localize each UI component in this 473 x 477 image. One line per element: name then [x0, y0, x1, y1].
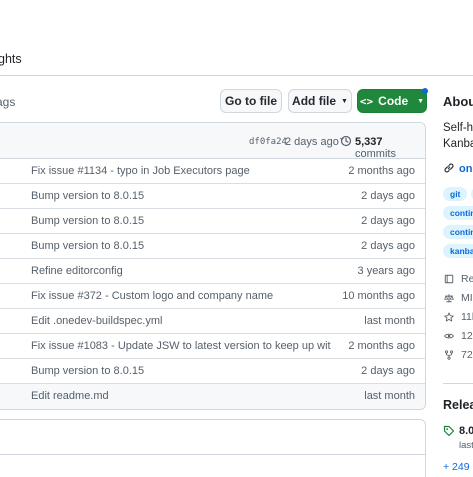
readme-header: [0, 420, 425, 455]
commit-message-link[interactable]: Bump version to 8.0.15: [31, 190, 144, 202]
readme-link[interactable]: Rea: [461, 273, 473, 285]
commit-count: 5,337: [355, 136, 383, 148]
commit-message-link[interactable]: Fix issue #372 - Custom logo and company…: [31, 290, 273, 302]
commit-age: 2 days ago: [361, 190, 415, 202]
file-row[interactable]: Fix issue #372 - Custom logo and company…: [0, 284, 425, 309]
commit-age: 2 days ago: [285, 136, 339, 148]
about-description-line1: Self-ho: [443, 122, 473, 134]
repo-nav: ghts: [0, 0, 473, 76]
file-row[interactable]: Bump version to 8.0.15 2 days ago: [0, 184, 425, 209]
commit-message-link[interactable]: Bump version to 8.0.15: [31, 365, 144, 377]
commit-sha[interactable]: df0fa24: [249, 137, 287, 147]
go-to-file-button[interactable]: Go to file: [220, 89, 282, 113]
topic-tag[interactable]: git: [443, 187, 468, 201]
commit-age: 10 months ago: [342, 290, 415, 302]
file-row[interactable]: Bump version to 8.0.15 2 days ago: [0, 234, 425, 259]
file-list: df0fa24 2 days ago 5,337 commits Fix iss…: [0, 122, 426, 410]
commit-age: 3 years ago: [357, 265, 415, 277]
readme-panel: [0, 419, 426, 477]
code-button[interactable]: <> Code ▼: [357, 89, 427, 113]
file-row[interactable]: Fix issue #1083 - Update JSW to latest v…: [0, 334, 425, 359]
file-row[interactable]: Edit .onedev-buildspec.yml last month: [0, 309, 425, 334]
watchers-count[interactable]: 129: [461, 330, 473, 342]
forks-count[interactable]: 727: [461, 349, 473, 361]
add-file-button[interactable]: Add file ▼: [288, 89, 352, 113]
file-row[interactable]: Refine editorconfig 3 years ago: [0, 259, 425, 284]
commit-message-link[interactable]: Bump version to 8.0.15: [31, 215, 144, 227]
latest-release-name[interactable]: 8.0.: [459, 425, 473, 437]
stars-count[interactable]: 11k: [461, 311, 473, 323]
license-link[interactable]: MI: [461, 292, 473, 304]
go-to-file-label: Go to file: [225, 94, 277, 108]
law-icon: [444, 294, 454, 303]
commit-message-link[interactable]: Fix issue #1083 - Update JSW to latest v…: [31, 340, 331, 352]
history-icon: [340, 135, 352, 147]
file-row[interactable]: Edit readme.md last month: [0, 384, 425, 409]
commit-message-link[interactable]: Edit .onedev-buildspec.yml: [31, 315, 162, 327]
tags-link[interactable]: ags: [0, 95, 15, 109]
star-icon: [444, 312, 454, 322]
about-description-line2: Kanba: [443, 138, 473, 150]
topic-tag[interactable]: contin: [443, 206, 473, 220]
book-icon: [444, 274, 454, 284]
commit-age: 2 months ago: [348, 165, 415, 177]
file-row[interactable]: Bump version to 8.0.15 2 days ago: [0, 209, 425, 234]
divider: [443, 383, 473, 384]
file-row[interactable]: Bump version to 8.0.15 2 days ago: [0, 359, 425, 384]
add-file-label: Add file: [292, 94, 337, 108]
commit-age: 2 months ago: [348, 340, 415, 352]
link-icon: [444, 163, 454, 173]
topic-tag[interactable]: contin: [443, 225, 473, 239]
about-heading: About: [443, 94, 473, 109]
notification-dot: [422, 88, 428, 94]
tab-insights[interactable]: ghts: [0, 52, 22, 66]
commit-age: 2 days ago: [361, 215, 415, 227]
commit-age: 2 days ago: [361, 365, 415, 377]
eye-icon: [444, 333, 454, 339]
commit-message-link[interactable]: Fix issue #1134 - typo in Job Executors …: [31, 165, 250, 177]
commit-message-link[interactable]: Bump version to 8.0.15: [31, 240, 144, 252]
fork-icon: [444, 350, 454, 360]
file-row[interactable]: Fix issue #1134 - typo in Job Executors …: [0, 159, 425, 184]
caret-down-icon: ▼: [341, 97, 348, 105]
code-icon: <>: [359, 94, 374, 108]
commit-count-link[interactable]: 5,337 commits: [355, 136, 425, 160]
commit-age: last month: [364, 315, 415, 327]
latest-release-badge: last: [459, 440, 473, 451]
releases-heading[interactable]: Releas: [443, 398, 473, 412]
commit-age: 2 days ago: [361, 240, 415, 252]
more-releases-link[interactable]: + 249 r: [443, 461, 473, 473]
latest-commit-bar: df0fa24 2 days ago 5,337 commits: [0, 123, 425, 160]
commit-message-link[interactable]: Edit readme.md: [31, 390, 109, 402]
caret-down-icon: ▼: [417, 97, 425, 105]
topic-tag[interactable]: kanba: [443, 244, 473, 258]
tag-icon: [443, 425, 455, 437]
code-label: Code: [378, 94, 409, 108]
homepage-link[interactable]: one: [459, 163, 473, 175]
commit-message-link[interactable]: Refine editorconfig: [31, 265, 123, 277]
commit-age: last month: [364, 390, 415, 402]
